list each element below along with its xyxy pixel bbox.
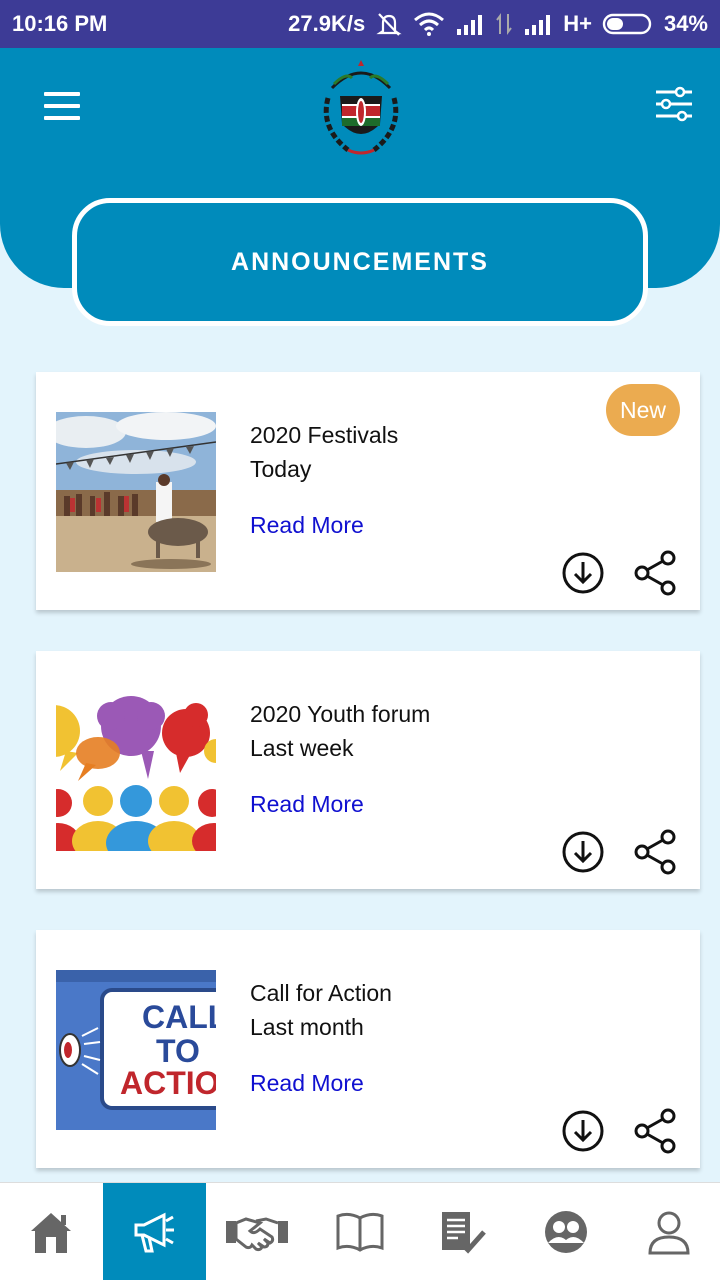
announcement-date: Last month (250, 1014, 364, 1040)
read-more-link[interactable]: Read More (250, 512, 364, 539)
bottom-navigation (0, 1182, 720, 1280)
status-time: 10:16 PM (12, 11, 108, 36)
read-more-link[interactable]: Read More (250, 791, 364, 818)
nav-home[interactable] (0, 1183, 103, 1280)
announcement-card[interactable]: CALL TO ACTION Call for Action Last mont… (36, 930, 700, 1168)
community-icon (544, 1210, 587, 1253)
announcement-info: 2020 Festivals Today (250, 418, 398, 486)
page-title-pill: ANNOUNCEMENTS (72, 198, 648, 326)
filter-button[interactable] (654, 86, 694, 122)
download-icon (562, 1110, 604, 1152)
thumb-text-to: TO (156, 1033, 200, 1069)
download-button[interactable] (562, 552, 604, 594)
status-bar: 10:16 PM 27.9K/s H+ 34% (0, 0, 720, 48)
thumb-text-call: CALL (142, 999, 216, 1035)
signal-icon (455, 13, 485, 35)
share-icon (634, 829, 676, 875)
announcement-title: 2020 Youth forum (250, 701, 431, 727)
announcement-info: Call for Action Last month (250, 976, 392, 1044)
megaphone-icon (134, 1212, 175, 1252)
network-speed: 27.9K/s (288, 11, 366, 36)
wifi-icon (413, 12, 445, 36)
announcement-thumbnail: CALL TO ACTION (56, 970, 216, 1130)
data-arrows-icon (495, 12, 513, 36)
menu-icon-bar (44, 104, 80, 108)
battery-level: 34% (663, 11, 708, 36)
read-more-link[interactable]: Read More (250, 1070, 364, 1097)
battery-icon (602, 12, 654, 36)
download-button[interactable] (562, 831, 604, 873)
new-badge: New (606, 384, 680, 436)
signal-icon-2 (523, 13, 553, 35)
network-type: H+ (563, 11, 592, 36)
announcement-thumbnail (56, 691, 216, 851)
announcement-title: 2020 Festivals (250, 422, 399, 448)
announcement-date: Today (250, 456, 312, 482)
share-icon (634, 550, 676, 596)
nav-library[interactable] (309, 1183, 412, 1280)
share-button[interactable] (634, 829, 676, 875)
checklist-icon (441, 1211, 486, 1254)
announcement-info: 2020 Youth forum Last week (250, 697, 430, 765)
mute-icon (375, 11, 403, 37)
announcement-card[interactable]: 2020 Festivals Today Read More New (36, 372, 700, 610)
profile-icon (648, 1211, 690, 1254)
announcement-title: Call for Action (250, 980, 392, 1006)
nav-tasks[interactable] (411, 1183, 514, 1280)
download-icon (562, 831, 604, 873)
share-icon (634, 1108, 676, 1154)
home-icon (31, 1212, 72, 1253)
nav-profile[interactable] (617, 1183, 720, 1280)
book-icon (336, 1212, 384, 1252)
menu-icon-bar (44, 116, 80, 120)
page-title: ANNOUNCEMENTS (231, 247, 489, 276)
download-button[interactable] (562, 1110, 604, 1152)
nav-community[interactable] (514, 1183, 617, 1280)
download-icon (562, 552, 604, 594)
share-button[interactable] (634, 1108, 676, 1154)
handshake-icon (226, 1216, 289, 1251)
coat-of-arms-logo (318, 58, 404, 158)
menu-icon-bar (44, 92, 80, 96)
filter-sliders-icon (656, 86, 692, 122)
share-button[interactable] (634, 550, 676, 596)
announcement-thumbnail (56, 412, 216, 572)
nav-partnerships[interactable] (206, 1183, 309, 1280)
nav-announcements[interactable] (102, 1183, 206, 1280)
menu-button[interactable] (44, 92, 80, 120)
announcement-date: Last week (250, 735, 354, 761)
announcement-card[interactable]: 2020 Youth forum Last week Read More (36, 651, 700, 889)
thumb-text-action: ACTION (120, 1065, 216, 1101)
